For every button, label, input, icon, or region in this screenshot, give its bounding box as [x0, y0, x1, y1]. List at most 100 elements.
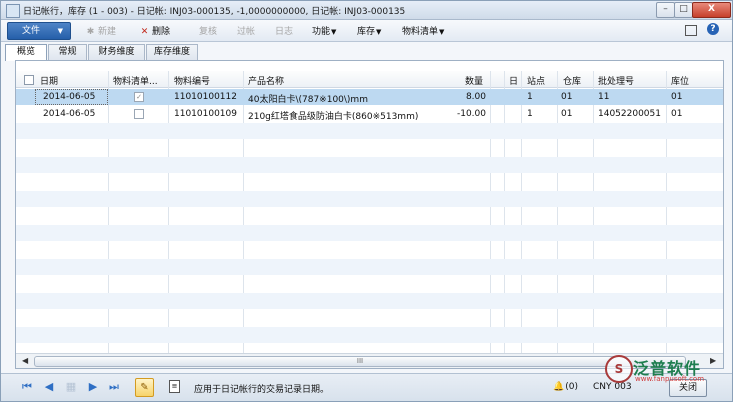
col-day[interactable]: 日: [509, 74, 518, 87]
window-title: 日记帐行，库存 (1 - 003) - 日记帐: INJ03-000135, -…: [23, 7, 406, 17]
chevron-down-icon: ▼: [439, 28, 445, 36]
empty-row: [16, 293, 723, 309]
bom-label: 物料清单: [402, 27, 439, 37]
cell-warehouse[interactable]: 01: [561, 109, 572, 119]
help-icon[interactable]: ?: [707, 23, 719, 35]
empty-row: [16, 208, 723, 224]
currency-code: CNY: [593, 382, 612, 392]
table-row[interactable]: 2014-06-05 11010100109 210g红塔食品级防油白卡(860…: [16, 106, 723, 122]
status-message: 应用于日记帐行的交易记录日期。: [194, 385, 330, 395]
col-site[interactable]: 站点: [527, 74, 545, 87]
inventory-menu[interactable]: 库存▼: [357, 24, 381, 37]
watermark-emblem-icon: S: [605, 355, 633, 383]
log-button[interactable]: 日志: [275, 24, 293, 37]
company-code: 003: [614, 382, 632, 392]
notification-count: (0): [565, 382, 578, 392]
maximize-button[interactable]: □: [674, 2, 693, 18]
select-all-checkbox[interactable]: [24, 75, 34, 85]
empty-row: [16, 225, 723, 241]
journal-lines-window: 日记帐行，库存 (1 - 003) - 日记帐: INJ03-000135, -…: [0, 0, 733, 402]
cell-date[interactable]: 2014-06-05: [43, 92, 95, 102]
cell-item-number[interactable]: 11010100112: [174, 92, 237, 102]
file-menu-button[interactable]: 文件 ▼: [7, 22, 71, 40]
col-quantity[interactable]: 数量: [465, 74, 483, 87]
cell-location[interactable]: 01: [671, 92, 682, 102]
post-button[interactable]: 过帐: [237, 24, 255, 37]
bom-checkbox[interactable]: ✓: [134, 92, 144, 102]
bom-menu[interactable]: 物料清单▼: [402, 24, 444, 37]
col-date[interactable]: 日期: [40, 74, 58, 87]
journal-lines-grid: 日期 物料清单... 物料编号 产品名称 数量 日 站点 仓库 批处理号 库位 …: [15, 60, 724, 369]
empty-row: [16, 157, 723, 173]
edit-pencil-icon[interactable]: ✎: [135, 378, 154, 397]
col-product-name[interactable]: 产品名称: [248, 74, 284, 87]
cell-product-name[interactable]: 210g红塔食品级防油白卡(860※513mm): [248, 109, 418, 122]
title-bar: 日记帐行，库存 (1 - 003) - 日记帐: INJ03-000135, -…: [1, 1, 732, 20]
empty-row: [16, 310, 723, 326]
tab-financial-dimensions[interactable]: 财务维度: [88, 44, 145, 60]
cell-product-name[interactable]: 40太阳白卡\(787※100\)mm: [248, 92, 368, 105]
layout-icon[interactable]: [685, 25, 697, 36]
empty-row: [16, 191, 723, 207]
close-window-button[interactable]: X: [692, 2, 731, 18]
action-toolbar: 文件 ▼ ✱ 新建 ✕ 删除 复核 过帐 日志 功能▼ 库存▼ 物料清单▼ ?: [1, 20, 732, 42]
empty-row: [16, 259, 723, 275]
chevron-down-icon: ▼: [331, 28, 337, 36]
cell-site[interactable]: 1: [527, 109, 533, 119]
first-record-icon[interactable]: ⏮: [21, 380, 33, 394]
cell-batch[interactable]: 14052200051: [598, 109, 661, 119]
cell-location[interactable]: 01: [671, 109, 682, 119]
document-icon[interactable]: ≡: [169, 380, 180, 393]
minimize-button[interactable]: –: [656, 2, 675, 18]
delete-icon: ✕: [140, 27, 149, 37]
tab-general[interactable]: 常规: [48, 44, 87, 60]
tab-overview[interactable]: 概览: [5, 44, 47, 61]
empty-row: [16, 327, 723, 343]
chevron-down-icon: ▼: [57, 27, 63, 35]
cell-date[interactable]: 2014-06-05: [43, 109, 95, 119]
new-icon: ✱: [86, 27, 95, 37]
col-location[interactable]: 库位: [671, 74, 689, 87]
previous-record-icon[interactable]: ◀: [43, 380, 55, 394]
functions-menu[interactable]: 功能▼: [312, 24, 336, 37]
scroll-left-icon[interactable]: ◀: [22, 356, 28, 365]
col-warehouse[interactable]: 仓库: [563, 74, 581, 87]
app-icon: [6, 4, 20, 18]
empty-row: [16, 174, 723, 190]
tab-inventory-dimensions[interactable]: 库存维度: [146, 44, 198, 60]
notifications[interactable]: 🔔(0): [553, 382, 578, 392]
new-label: 新建: [98, 27, 117, 37]
cell-quantity[interactable]: 8.00: [446, 92, 486, 102]
next-record-icon[interactable]: ▶: [87, 380, 99, 394]
new-button[interactable]: ✱ 新建: [85, 24, 116, 37]
currency-indicator: CNY 003: [593, 382, 632, 392]
inventory-label: 库存: [357, 27, 376, 37]
bell-icon: 🔔: [553, 382, 565, 392]
delete-button[interactable]: ✕ 删除: [139, 24, 170, 37]
cell-item-number[interactable]: 11010100109: [174, 109, 237, 119]
watermark-url: www.fanpusoft.com: [635, 375, 705, 383]
bom-checkbox[interactable]: [134, 109, 144, 119]
watermark-logo: S 泛普软件 www.fanpusoft.com: [605, 353, 725, 383]
col-bom[interactable]: 物料清单...: [113, 74, 158, 87]
cell-quantity[interactable]: -10.00: [446, 109, 486, 119]
last-record-icon[interactable]: ⏭: [108, 380, 120, 394]
col-item-number[interactable]: 物料编号: [174, 74, 210, 87]
functions-label: 功能: [312, 27, 331, 37]
cell-warehouse[interactable]: 01: [561, 92, 572, 102]
table-row[interactable]: 2014-06-05 ✓ 11010100112 40太阳白卡\(787※100…: [16, 89, 723, 105]
tab-strip: 概览 常规 财务维度 库存维度: [5, 44, 727, 61]
cell-batch[interactable]: 11: [598, 92, 609, 102]
delete-label: 删除: [152, 27, 171, 37]
grid-view-icon[interactable]: ▦: [65, 380, 77, 394]
empty-row: [16, 140, 723, 156]
file-menu-label: 文件: [22, 26, 41, 36]
grid-header: 日期 物料清单... 物料编号 产品名称 数量 日 站点 仓库 批处理号 库位: [16, 71, 723, 88]
review-button[interactable]: 复核: [199, 24, 217, 37]
empty-row: [16, 276, 723, 292]
cell-site[interactable]: 1: [527, 92, 533, 102]
col-batch[interactable]: 批处理号: [598, 74, 634, 87]
scroll-thumb[interactable]: III: [34, 356, 686, 367]
chevron-down-icon: ▼: [376, 28, 382, 36]
empty-row: [16, 242, 723, 258]
